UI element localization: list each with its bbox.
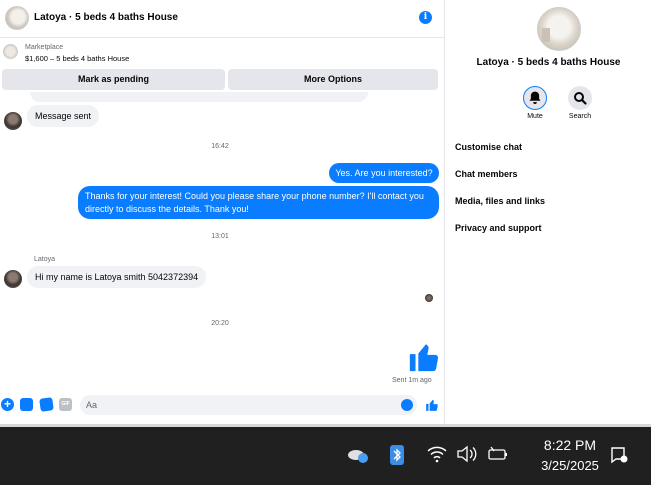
gif-icon[interactable]: GIF	[59, 398, 72, 411]
sticker-icon[interactable]	[39, 397, 54, 412]
info-icon[interactable]: i	[419, 11, 432, 24]
mute-button[interactable]	[523, 86, 547, 110]
chat-pane: Latoya · 5 beds 4 baths House i Marketpl…	[0, 0, 445, 424]
menu-item-chat-members[interactable]: Chat members	[455, 169, 518, 179]
sender-avatar[interactable]	[4, 112, 22, 130]
previous-message-bubble	[30, 92, 368, 102]
search-button[interactable]	[568, 86, 592, 110]
conversation-avatar[interactable]	[537, 7, 581, 51]
mute-label: Mute	[527, 113, 543, 120]
bluetooth-icon[interactable]	[390, 445, 404, 465]
taskbar: 8:22 PM 3/25/2025	[0, 427, 651, 485]
messenger-window: Latoya · 5 beds 4 baths House i Marketpl…	[0, 0, 651, 424]
marketplace-label: Marketplace	[25, 44, 64, 51]
chat-header: Latoya · 5 beds 4 baths House i	[0, 0, 445, 38]
clock-time[interactable]: 8:22 PM	[520, 437, 620, 453]
message-input[interactable]: Aa	[80, 395, 417, 415]
message-list[interactable]: Message sent 16:42 Yes. Are you interest…	[0, 92, 445, 392]
plus-icon[interactable]: +	[1, 398, 14, 411]
message-bubble-outgoing[interactable]: Yes. Are you interested?	[329, 163, 439, 183]
seen-indicator-avatar	[425, 294, 433, 302]
menu-item-privacy-support[interactable]: Privacy and support	[455, 223, 542, 233]
sender-avatar[interactable]	[4, 270, 22, 288]
search-icon	[574, 92, 587, 105]
listing-detail: $1,600 – 5 beds 4 baths House	[25, 54, 130, 63]
clock-date[interactable]: 3/25/2025	[520, 458, 620, 473]
marketplace-listing[interactable]: Marketplace $1,600 – 5 beds 4 baths Hous…	[0, 38, 445, 68]
thumbs-up-icon[interactable]	[407, 340, 441, 374]
listing-thumbnail	[3, 44, 18, 59]
search-label: Search	[568, 113, 592, 120]
message-bubble-outgoing[interactable]: Thanks for your interest! Could you plea…	[78, 186, 439, 219]
timestamp: 20:20	[211, 320, 229, 327]
message-bubble-incoming[interactable]: Message sent	[27, 105, 100, 127]
menu-item-customise-chat[interactable]: Customise chat	[455, 142, 522, 152]
menu-item-media-files-links[interactable]: Media, files and links	[455, 196, 545, 206]
emoji-icon[interactable]	[401, 399, 413, 411]
chat-title[interactable]: Latoya · 5 beds 4 baths House	[34, 12, 178, 23]
sender-name: Latoya	[34, 256, 56, 263]
conversation-title: Latoya · 5 beds 4 baths House	[476, 57, 621, 68]
message-bubble-incoming[interactable]: Hi my name is Latoya smith 5042372394	[27, 266, 207, 288]
chat-avatar[interactable]	[5, 6, 29, 30]
photo-icon[interactable]	[20, 398, 33, 411]
onedrive-sync-icon[interactable]	[346, 445, 370, 465]
thumbs-up-icon[interactable]	[425, 398, 439, 412]
timestamp: 16:42	[211, 143, 229, 150]
mark-as-pending-button[interactable]: Mark as pending	[2, 69, 225, 90]
more-options-button[interactable]: More Options	[228, 69, 438, 90]
conversation-info-panel: Latoya · 5 beds 4 baths House Mute Searc…	[446, 0, 651, 424]
volume-icon[interactable]	[456, 445, 478, 463]
timestamp: 13:01	[211, 233, 229, 240]
wifi-icon[interactable]	[427, 445, 447, 463]
composer-bar: + GIF Aa	[0, 393, 445, 417]
notification-icon[interactable]	[608, 445, 628, 465]
sent-status: Sent 1m ago	[392, 377, 432, 384]
battery-icon[interactable]	[487, 445, 509, 463]
bell-icon	[529, 91, 541, 104]
